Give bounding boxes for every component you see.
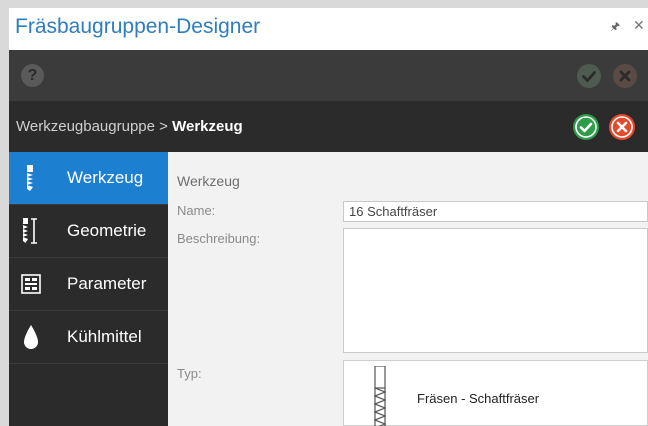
endmill-type-icon — [370, 365, 390, 426]
coolant-drop-icon — [21, 324, 41, 350]
parameter-icon — [21, 271, 41, 297]
sidebar-item-label: Kühlmittel — [67, 327, 142, 346]
section-title: Werkzeug — [177, 173, 240, 189]
sidebar-item-label: Werkzeug — [67, 168, 144, 187]
toolbar-cancel-icon[interactable] — [613, 64, 637, 88]
sidebar-item-label: Parameter — [67, 274, 147, 293]
description-field[interactable] — [343, 228, 648, 353]
toolbar-ok-icon[interactable] — [577, 64, 601, 88]
endmill-icon — [21, 165, 41, 191]
breadcrumb-current: Werkzeug — [172, 118, 243, 135]
sidebar-divider — [9, 363, 168, 364]
toolbar: ? — [9, 50, 648, 101]
window-top-border — [0, 0, 648, 8]
sidebar: Werkzeug Geometrie Parameter Kühlmittel — [9, 152, 168, 426]
description-label: Beschreibung: — [177, 231, 261, 246]
name-field[interactable]: 16 Schaftfräser — [343, 201, 648, 222]
close-icon[interactable]: ✕ — [633, 17, 645, 34]
window-title: Fräsbaugruppen-Designer — [15, 15, 261, 38]
window-left-border — [0, 0, 9, 426]
geometry-icon — [21, 218, 41, 244]
type-value: Fräsen - Schaftfräser — [417, 391, 540, 406]
pin-icon[interactable]: 🖈 — [610, 18, 620, 37]
sidebar-item-kuehlmittel[interactable]: Kühlmittel — [9, 311, 168, 363]
name-label: Name: — [177, 203, 216, 218]
sidebar-item-parameter[interactable]: Parameter — [9, 258, 168, 310]
breadcrumb-parent[interactable]: Werkzeugbaugruppe — [16, 118, 155, 135]
type-selector[interactable]: Fräsen - Schaftfräser — [343, 360, 648, 426]
breadcrumb-separator: > — [154, 118, 173, 135]
breadcrumb: Werkzeugbaugruppe > Werkzeug — [9, 101, 648, 152]
sidebar-item-werkzeug[interactable]: Werkzeug — [9, 152, 168, 204]
sidebar-item-label: Geometrie — [67, 221, 147, 240]
cancel-icon[interactable] — [609, 114, 635, 140]
help-icon[interactable]: ? — [21, 64, 44, 87]
title-bar: Fräsbaugruppen-Designer 🖈 ✕ — [9, 8, 648, 50]
tool-details-panel: Werkzeug Name: 16 Schaftfräser Beschreib… — [168, 152, 648, 426]
ok-icon[interactable] — [573, 114, 599, 140]
type-label: Typ: — [177, 366, 202, 381]
breadcrumb-text: Werkzeugbaugruppe > Werkzeug — [16, 118, 243, 135]
sidebar-item-geometrie[interactable]: Geometrie — [9, 205, 168, 257]
